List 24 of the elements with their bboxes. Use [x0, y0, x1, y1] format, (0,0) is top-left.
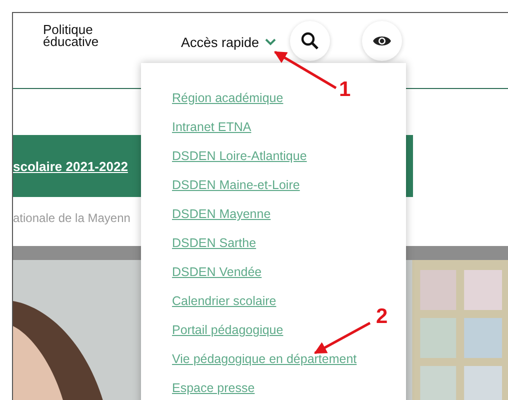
search-icon: [301, 32, 320, 50]
banner-link[interactable]: scolaire 2021-2022: [13, 158, 128, 174]
menu-link[interactable]: DSDEN Mayenne: [172, 205, 271, 224]
eye-icon: [372, 34, 392, 48]
annotation-arrow: [274, 50, 337, 90]
menu-link[interactable]: DSDEN Maine-et-Loire: [172, 176, 300, 195]
menu-link[interactable]: DSDEN Vendée: [172, 263, 262, 282]
menu-link[interactable]: DSDEN Sarthe: [172, 234, 256, 253]
menu-link[interactable]: Espace presse: [172, 379, 255, 398]
menu-link[interactable]: Intranet ETNA: [172, 118, 252, 137]
annotation-arrow: [314, 322, 371, 354]
accessibility-button[interactable]: [362, 21, 402, 61]
menu-link[interactable]: Vie pédagogique en département: [172, 350, 357, 369]
menu-link[interactable]: DSDEN Loire-Atlantique: [172, 147, 307, 166]
page-subtitle: ationale de la Mayenn: [13, 210, 130, 224]
chevron-icon: [265, 38, 276, 46]
menu-link[interactable]: Région académique: [172, 89, 284, 108]
site-section-title[interactable]: Politique éducative: [43, 24, 111, 48]
menu-link[interactable]: Calendrier scolaire: [172, 292, 276, 311]
annotation-number: 2: [376, 306, 388, 328]
annotation-number: 1: [339, 79, 351, 101]
menu-link[interactable]: Portail pédagogique: [172, 321, 284, 340]
quick-access-button[interactable]: Accès rapide: [181, 32, 276, 52]
search-button[interactable]: [290, 21, 330, 61]
